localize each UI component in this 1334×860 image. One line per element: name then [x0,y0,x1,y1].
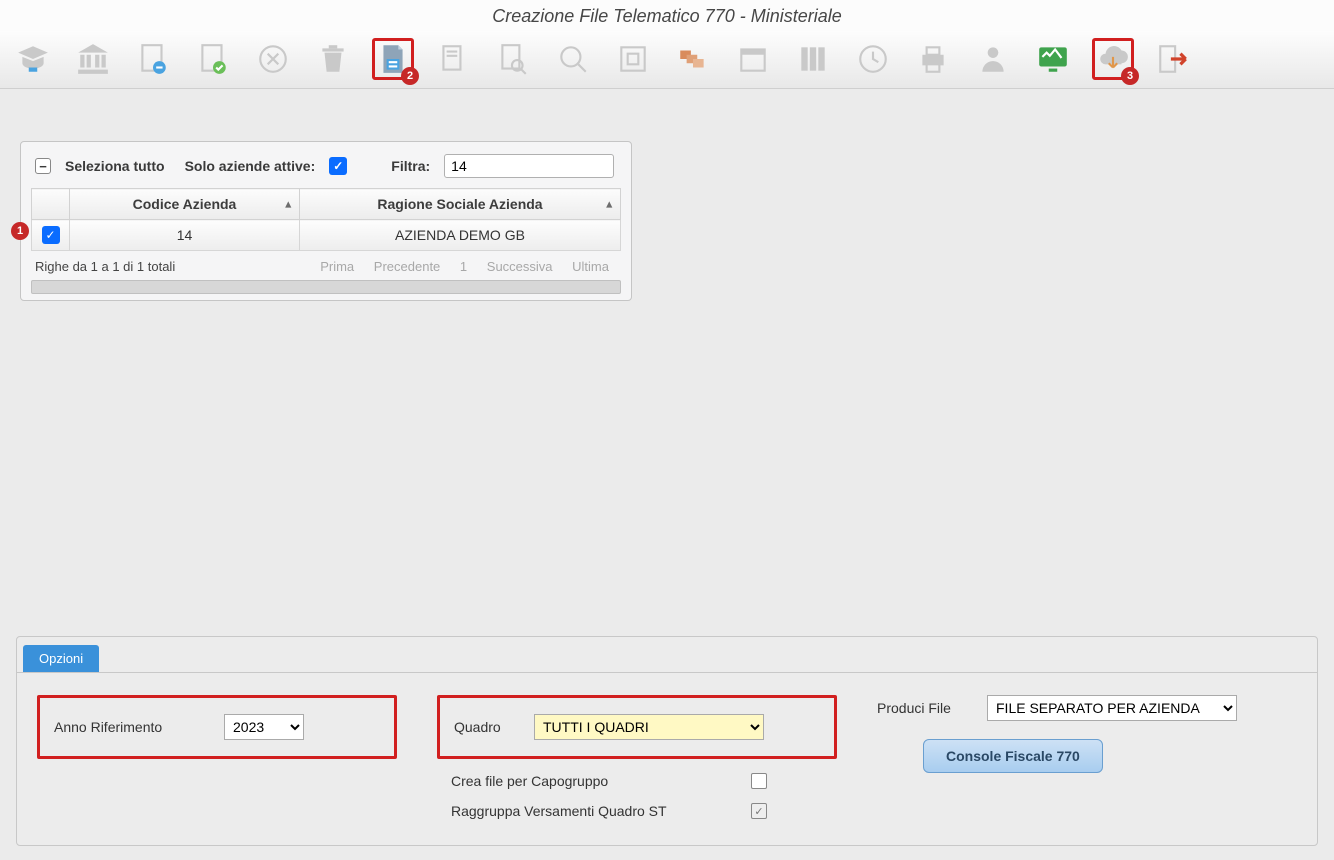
bank-icon[interactable] [72,38,114,80]
badge-1: 1 [11,222,29,240]
magnify-icon[interactable] [552,38,594,80]
user-icon[interactable] [972,38,1014,80]
pager-info: Righe da 1 a 1 di 1 totali [35,259,175,274]
options-panel: Opzioni Anno Riferimento 2023 Quadro TUT… [16,636,1318,846]
cloud-send-button[interactable]: 3 [1092,38,1134,80]
pager-prev[interactable]: Precedente [366,259,449,274]
only-active-label: Solo aziende attive: [185,158,316,174]
doc-check-icon[interactable] [192,38,234,80]
col-check[interactable] [32,189,70,220]
exit-icon[interactable] [1152,38,1194,80]
raggruppa-label: Raggruppa Versamenti Quadro ST [451,803,667,819]
pager-first[interactable]: Prima [312,259,362,274]
create-file-button[interactable]: 2 [372,38,414,80]
company-filter-panel: 1 − Seleziona tutto Solo aziende attive:… [20,141,632,301]
horizontal-scrollbar[interactable] [31,280,621,294]
select-all-label: Seleziona tutto [65,158,165,174]
quadro-box: Quadro TUTTI I QUADRI [437,695,837,759]
filter-label: Filtra: [391,158,430,174]
console-fiscale-button[interactable]: Console Fiscale 770 [923,739,1103,773]
cell-name: AZIENDA DEMO GB [300,220,621,251]
tiles-icon[interactable] [672,38,714,80]
cell-code: 14 [70,220,300,251]
capogruppo-checkbox[interactable] [751,773,767,789]
raggruppa-checkbox: ✓ [751,803,767,819]
pager-last[interactable]: Ultima [564,259,617,274]
frame-icon[interactable] [612,38,654,80]
doc-stack-icon[interactable] [432,38,474,80]
anno-select[interactable]: 2023 [224,714,304,740]
window-title: Creazione File Telematico 770 - Minister… [0,0,1334,31]
cancel-circle-icon[interactable] [252,38,294,80]
clock-icon[interactable] [852,38,894,80]
quadro-select[interactable]: TUTTI I QUADRI [534,714,764,740]
printer-icon[interactable] [912,38,954,80]
select-all-toggle[interactable]: − [35,158,51,174]
doc-minus-icon[interactable] [132,38,174,80]
monitor-icon[interactable] [1032,38,1074,80]
col-name[interactable]: Ragione Sociale Azienda▴ [300,189,621,220]
main-toolbar: 2 3 [0,31,1334,89]
col-code[interactable]: Codice Azienda▴ [70,189,300,220]
pager-next[interactable]: Successiva [479,259,561,274]
row-checkbox[interactable]: ✓ [42,226,60,244]
doc-search-icon[interactable] [492,38,534,80]
capogruppo-label: Crea file per Capogruppo [451,773,608,789]
produci-label: Produci File [877,700,967,716]
calendar-icon[interactable] [732,38,774,80]
binders-icon[interactable] [792,38,834,80]
graduate-icon[interactable] [12,38,54,80]
badge-2: 2 [401,67,419,85]
anno-box: Anno Riferimento 2023 [37,695,397,759]
trash-icon[interactable] [312,38,354,80]
only-active-checkbox[interactable]: ✓ [329,157,347,175]
filter-input[interactable] [444,154,614,178]
produci-select[interactable]: FILE SEPARATO PER AZIENDA [987,695,1237,721]
tab-opzioni[interactable]: Opzioni [23,645,99,672]
badge-3: 3 [1121,67,1139,85]
company-grid: Codice Azienda▴ Ragione Sociale Azienda▴… [31,188,621,251]
table-row[interactable]: ✓ 14 AZIENDA DEMO GB [32,220,621,251]
pager-page[interactable]: 1 [452,259,475,274]
anno-label: Anno Riferimento [54,719,204,735]
pager: Righe da 1 a 1 di 1 totali Prima Precede… [31,251,621,278]
quadro-label: Quadro [454,719,514,735]
